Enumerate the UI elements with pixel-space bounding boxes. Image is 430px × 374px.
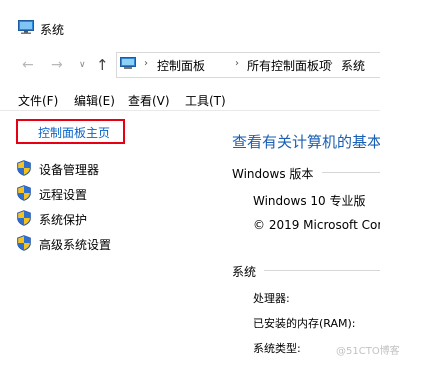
system-section-title: 系统: [232, 265, 257, 279]
system-type-label: 系统类型:: [253, 342, 301, 355]
shield-icon: [17, 235, 31, 251]
breadcrumb-separator[interactable]: ›: [144, 58, 148, 69]
window-title: 系统: [40, 23, 65, 37]
breadcrumb-control-panel[interactable]: 控制面板: [157, 57, 205, 74]
installed-ram-label: 已安装的内存(RAM):: [253, 317, 356, 330]
windows-edition-section-title: Windows 版本: [232, 167, 314, 181]
sidebar-item-label: 高级系统设置: [39, 238, 112, 252]
menu-view[interactable]: 查看(V): [128, 92, 170, 109]
up-button[interactable]: ↑: [96, 56, 109, 74]
shield-icon: [17, 185, 31, 201]
shield-icon: [17, 210, 31, 226]
processor-label: 处理器:: [253, 292, 290, 305]
sidebar-item-label: 设备管理器: [39, 163, 100, 177]
watermark: @51CTO博客: [336, 346, 400, 357]
control-panel-icon: [120, 57, 136, 69]
menu-edit[interactable]: 编辑(E): [74, 92, 115, 109]
recent-locations-chevron-down-icon[interactable]: ∨: [79, 60, 86, 70]
cropped-margin: [380, 0, 430, 374]
menu-tools[interactable]: 工具(T): [185, 92, 226, 109]
back-button[interactable]: ←: [22, 58, 34, 72]
page-title: 查看有关计算机的基本: [232, 133, 383, 151]
breadcrumb-separator[interactable]: ›: [235, 58, 239, 69]
windows-version-value: Windows 10 专业版: [253, 194, 366, 208]
sidebar-item-label: 远程设置: [39, 188, 88, 202]
control-panel-home-link[interactable]: 控制面板主页: [38, 124, 110, 141]
shield-icon: [17, 160, 31, 176]
menu-file[interactable]: 文件(F): [18, 92, 58, 109]
breadcrumb-system[interactable]: 系统: [341, 57, 365, 74]
computer-icon: [18, 20, 34, 34]
sidebar-item-label: 系统保护: [39, 213, 88, 227]
section-divider: [264, 270, 380, 271]
section-divider: [322, 172, 380, 173]
breadcrumb-all-control-panel-items[interactable]: 所有控制面板项: [247, 57, 331, 74]
breadcrumb-separator[interactable]: ›: [329, 58, 333, 69]
forward-button[interactable]: →: [51, 58, 63, 72]
menu-divider: [0, 110, 380, 111]
windows-copyright-text: © 2019 Microsoft Cor: [253, 218, 383, 232]
